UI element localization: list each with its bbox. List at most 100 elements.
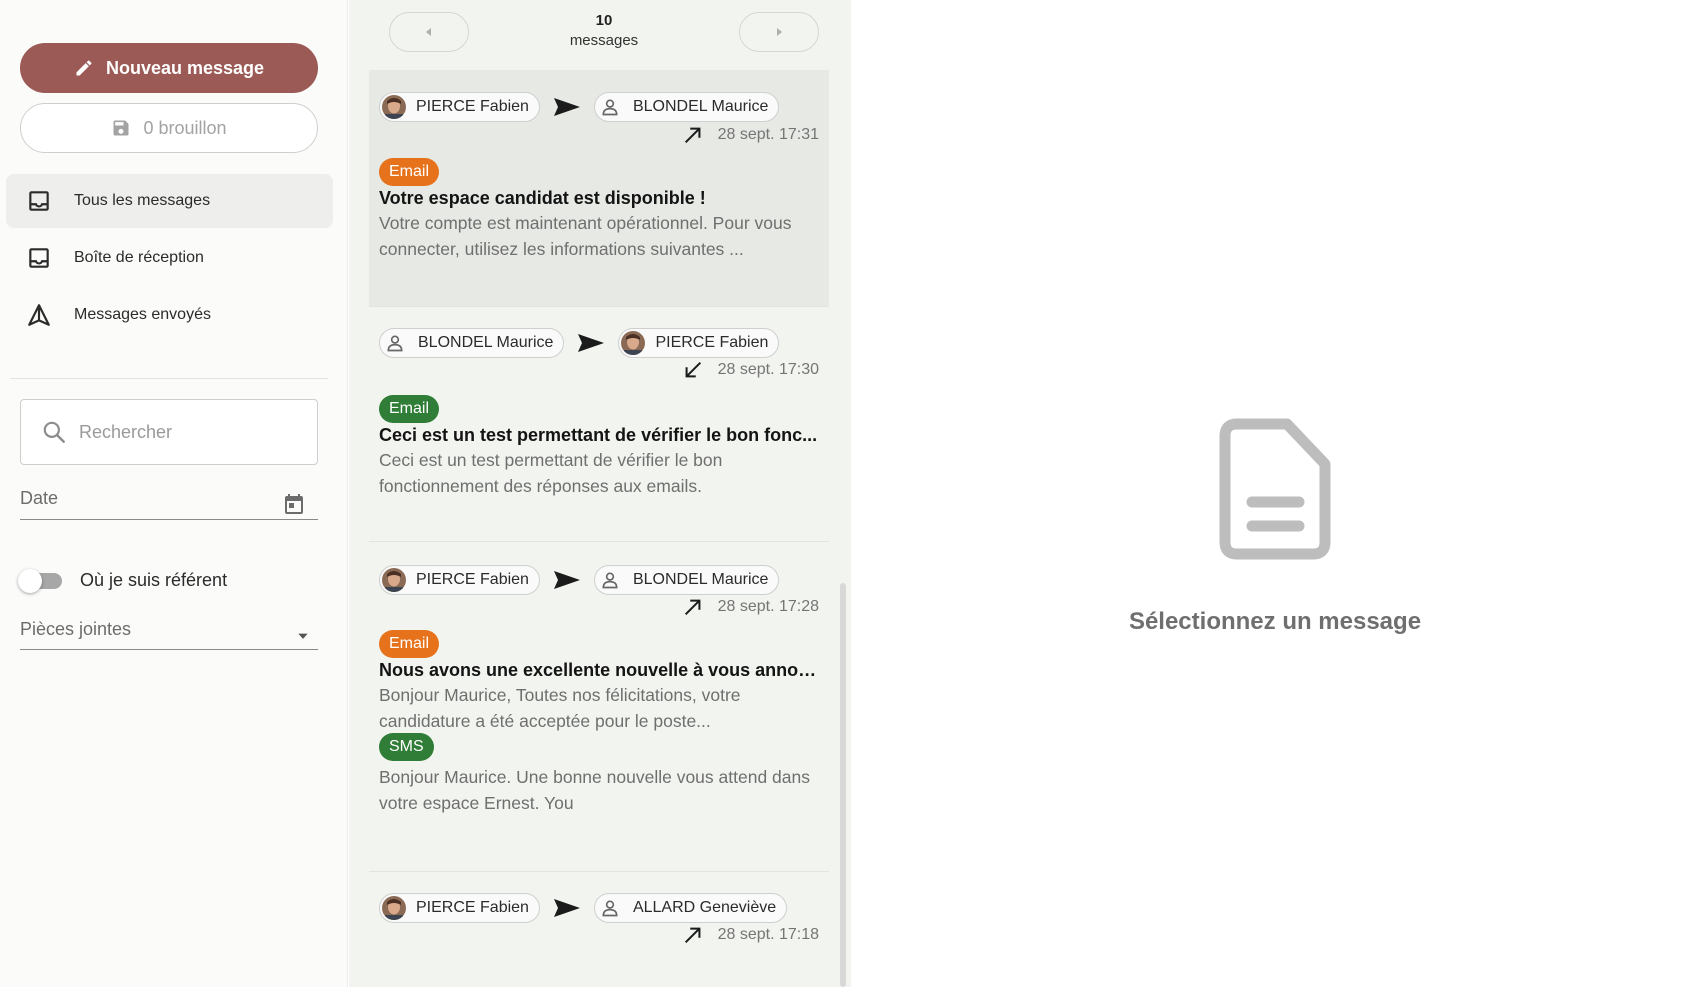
search-icon bbox=[43, 421, 65, 443]
person-icon bbox=[597, 895, 623, 921]
empty-state-text: Sélectionnez un message bbox=[1128, 608, 1422, 635]
message-subject: Votre espace candidat est disponible ! bbox=[379, 188, 706, 208]
previous-page-button[interactable] bbox=[389, 12, 469, 52]
message-card[interactable]: PIERCE Fabien BLONDEL Maurice 28 sept. 1… bbox=[369, 70, 829, 306]
sender-chip: PIERCE Fabien bbox=[379, 92, 540, 122]
chevron-right-icon bbox=[777, 28, 782, 36]
sender-chip: PIERCE Fabien bbox=[379, 565, 540, 595]
message-card[interactable]: BLONDEL Maurice PIERCE Fabien 28 sept. 1… bbox=[369, 307, 829, 539]
send-arrow-icon bbox=[553, 98, 580, 116]
sidebar: Nouveau message 0 brouillon Tous les mes… bbox=[0, 0, 348, 987]
recipient-chip: PIERCE Fabien bbox=[618, 328, 780, 358]
drafts-button[interactable]: 0 brouillon bbox=[20, 103, 318, 153]
app: Nouveau message 0 brouillon Tous les mes… bbox=[0, 0, 1699, 987]
calendar-icon[interactable] bbox=[282, 492, 306, 516]
avatar bbox=[382, 95, 406, 119]
date-field[interactable]: Date bbox=[20, 478, 318, 520]
recipient-chip: BLONDEL Maurice bbox=[593, 565, 780, 595]
nav-sent[interactable]: Messages envoyés bbox=[6, 288, 333, 342]
message-subject: Ceci est un test permettant de vérifier … bbox=[379, 425, 818, 445]
next-page-button[interactable] bbox=[739, 12, 819, 52]
sender-name: PIERCE Fabien bbox=[416, 899, 529, 916]
nav-inbox-label: Boîte de réception bbox=[74, 249, 204, 266]
sender-chip: BLONDEL Maurice bbox=[379, 328, 565, 358]
message-detail-pane: Sélectionnez un message bbox=[851, 0, 1699, 987]
sms-excerpt: Bonjour Maurice. Une bonne nouvelle vous… bbox=[379, 767, 810, 813]
sender-chip: PIERCE Fabien bbox=[379, 893, 540, 923]
attachments-select[interactable]: Pièces jointes bbox=[20, 610, 318, 650]
recipient-name: ALLARD Geneviève bbox=[632, 899, 777, 916]
recipient-name: BLONDEL Maurice bbox=[632, 98, 769, 115]
search-input[interactable] bbox=[79, 421, 299, 443]
person-icon bbox=[597, 94, 623, 120]
message-meta: 28 sept. 17:18 bbox=[682, 924, 819, 946]
avatar bbox=[382, 896, 406, 920]
message-date: 28 sept. 17:28 bbox=[717, 598, 819, 615]
message-date: 28 sept. 17:31 bbox=[717, 126, 819, 143]
referent-toggle[interactable] bbox=[18, 567, 64, 593]
referent-toggle-row: Où je suis référent bbox=[18, 567, 227, 593]
outgoing-arrow-icon bbox=[684, 599, 701, 616]
message-meta: 28 sept. 17:30 bbox=[682, 359, 819, 381]
new-message-button[interactable]: Nouveau message bbox=[20, 43, 318, 93]
message-excerpt: Bonjour Maurice, Toutes nos félicitation… bbox=[379, 685, 741, 731]
search-box[interactable] bbox=[20, 399, 318, 465]
nav-all-messages-label: Tous les messages bbox=[74, 192, 211, 209]
recipient-chip: ALLARD Geneviève bbox=[593, 893, 788, 923]
message-count-label: messages bbox=[569, 32, 639, 49]
drafts-label: 0 brouillon bbox=[143, 117, 227, 138]
send-arrow-icon bbox=[553, 571, 580, 589]
sender-name: PIERCE Fabien bbox=[416, 571, 529, 588]
document-icon bbox=[1219, 418, 1331, 560]
sender-name: PIERCE Fabien bbox=[416, 98, 529, 115]
recipient-name: PIERCE Fabien bbox=[655, 334, 769, 351]
message-meta: 28 sept. 17:31 bbox=[682, 124, 819, 146]
message-card[interactable]: PIERCE Fabien BLONDEL Maurice 28 sept. 1… bbox=[369, 542, 829, 856]
sms-badge: SMS bbox=[379, 733, 434, 761]
message-meta: 28 sept. 17:28 bbox=[682, 596, 819, 618]
sender-name: BLONDEL Maurice bbox=[418, 334, 554, 351]
message-excerpt: Votre compte est maintenant opérationnel… bbox=[379, 213, 792, 259]
recipient-name: BLONDEL Maurice bbox=[632, 571, 769, 588]
date-label: Date bbox=[20, 488, 59, 508]
message-parties: PIERCE Fabien ALLARD Geneviève bbox=[379, 893, 788, 923]
incoming-arrow-icon bbox=[685, 361, 701, 378]
referent-toggle-label: Où je suis référent bbox=[80, 569, 228, 590]
caret-down-icon bbox=[298, 633, 308, 639]
pager: 10 messages bbox=[389, 12, 819, 54]
message-excerpt: Ceci est un test permettant de vérifier … bbox=[379, 450, 723, 496]
message-subject: Nous avons une excellente nouvelle à vou… bbox=[379, 660, 824, 680]
sent-icon bbox=[28, 304, 50, 326]
nav-sent-label: Messages envoyés bbox=[74, 306, 211, 323]
channel-badge: Email bbox=[379, 158, 440, 186]
channel-badge: Email bbox=[379, 630, 440, 658]
message-parties: PIERCE Fabien BLONDEL Maurice bbox=[379, 92, 780, 122]
inbox-icon bbox=[29, 191, 49, 211]
send-arrow-icon bbox=[553, 899, 580, 917]
nav-inbox[interactable]: Boîte de réception bbox=[6, 231, 333, 285]
message-parties: BLONDEL Maurice PIERCE Fabien bbox=[379, 328, 780, 358]
sidebar-divider bbox=[10, 378, 328, 379]
message-parties: PIERCE Fabien BLONDEL Maurice bbox=[379, 565, 780, 595]
channel-badge: Email bbox=[379, 395, 440, 423]
nav-all-messages[interactable]: Tous les messages bbox=[6, 174, 333, 228]
list-scrollbar[interactable] bbox=[840, 583, 846, 987]
message-date: 28 sept. 17:30 bbox=[717, 361, 819, 378]
outgoing-arrow-icon bbox=[684, 927, 701, 944]
message-date: 28 sept. 17:18 bbox=[717, 926, 819, 943]
outgoing-arrow-icon bbox=[684, 127, 701, 144]
person-icon bbox=[597, 567, 623, 593]
message-card[interactable]: PIERCE Fabien ALLARD Geneviève 28 sept. … bbox=[369, 872, 829, 987]
message-count: 10 messages bbox=[539, 12, 669, 49]
new-message-label: Nouveau message bbox=[105, 57, 265, 78]
recipient-chip: BLONDEL Maurice bbox=[593, 92, 780, 122]
send-arrow-icon bbox=[578, 334, 605, 352]
avatar bbox=[621, 331, 646, 355]
pencil-icon bbox=[76, 60, 92, 76]
save-icon bbox=[113, 120, 129, 136]
message-list: 10 messages PIERCE Fabien BLONDEL Mauric… bbox=[349, 0, 851, 987]
attachments-label: Pièces jointes bbox=[20, 619, 132, 639]
inbox-icon bbox=[29, 248, 49, 268]
message-count-number: 10 bbox=[595, 12, 613, 29]
avatar bbox=[382, 568, 406, 592]
